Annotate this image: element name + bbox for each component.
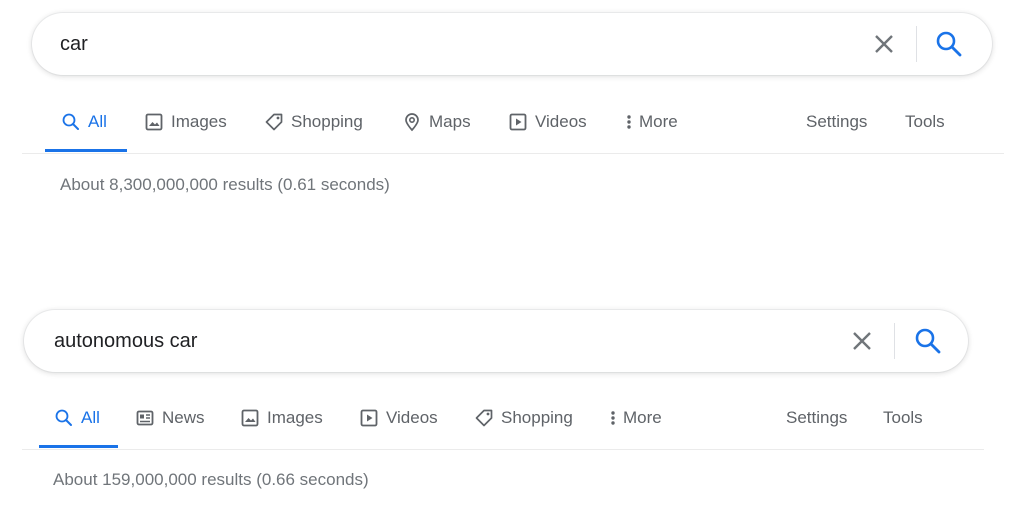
settings-label: Settings [786, 408, 848, 427]
settings-label: Settings [806, 112, 868, 131]
search-input[interactable]: autonomous car [54, 310, 197, 372]
active-tab-indicator [39, 445, 118, 448]
tab-all[interactable]: All [54, 393, 100, 443]
tab-label: More [623, 408, 662, 427]
tab-label: All [88, 112, 107, 131]
search-tabs: All News Images Videos Shopping More Set… [0, 393, 1024, 443]
tab-more[interactable]: More [624, 97, 678, 147]
search-box-divider [916, 26, 917, 62]
tab-all[interactable]: All [61, 97, 107, 147]
close-icon [875, 35, 893, 53]
more-vert-icon [624, 112, 634, 132]
tools-label: Tools [883, 408, 923, 427]
tab-videos[interactable]: Videos [508, 97, 587, 147]
tab-label: Images [171, 112, 227, 131]
search-icon [915, 328, 941, 354]
tools-link[interactable]: Tools [883, 393, 923, 443]
tab-label: Shopping [291, 112, 363, 131]
search-icon [54, 408, 74, 428]
tools-label: Tools [905, 112, 945, 131]
tab-videos[interactable]: Videos [359, 393, 438, 443]
tools-link[interactable]: Tools [905, 97, 945, 147]
search-input[interactable]: car [60, 13, 88, 75]
map-pin-icon [402, 112, 422, 132]
clear-search-button[interactable] [870, 30, 898, 58]
image-icon [240, 408, 260, 428]
search-icon [936, 31, 962, 57]
tab-label: Videos [535, 112, 587, 131]
clear-search-button[interactable] [848, 327, 876, 355]
settings-link[interactable]: Settings [786, 393, 847, 443]
tab-news[interactable]: News [135, 393, 205, 443]
search-tabs: All Images Shopping Maps Videos More Set… [0, 97, 1024, 147]
tag-icon [474, 408, 494, 428]
tab-label: Maps [429, 112, 471, 131]
tab-images[interactable]: Images [144, 97, 227, 147]
active-tab-indicator [45, 149, 127, 152]
search-box[interactable]: autonomous car [24, 310, 968, 372]
search-box[interactable]: car [32, 13, 992, 75]
tab-images[interactable]: Images [240, 393, 323, 443]
search-button[interactable] [912, 325, 944, 357]
settings-link[interactable]: Settings [806, 97, 867, 147]
tabs-divider [22, 449, 984, 450]
search-box-divider [894, 323, 895, 359]
tab-label: Shopping [501, 408, 573, 427]
tab-label: Videos [386, 408, 438, 427]
tab-more[interactable]: More [608, 393, 662, 443]
image-icon [144, 112, 164, 132]
tab-label: News [162, 408, 205, 427]
tab-label: More [639, 112, 678, 131]
close-icon [853, 332, 871, 350]
tab-label: Images [267, 408, 323, 427]
tab-shopping[interactable]: Shopping [474, 393, 573, 443]
search-button[interactable] [933, 28, 965, 60]
search-icon [61, 112, 81, 132]
news-icon [135, 408, 155, 428]
tab-shopping[interactable]: Shopping [264, 97, 363, 147]
more-vert-icon [608, 408, 618, 428]
result-stats: About 8,300,000,000 results (0.61 second… [60, 175, 390, 194]
tag-icon [264, 112, 284, 132]
tabs-divider [22, 153, 1004, 154]
tab-label: All [81, 408, 100, 427]
play-icon [508, 112, 528, 132]
tab-maps[interactable]: Maps [402, 97, 471, 147]
result-stats: About 159,000,000 results (0.66 seconds) [53, 470, 369, 489]
play-icon [359, 408, 379, 428]
